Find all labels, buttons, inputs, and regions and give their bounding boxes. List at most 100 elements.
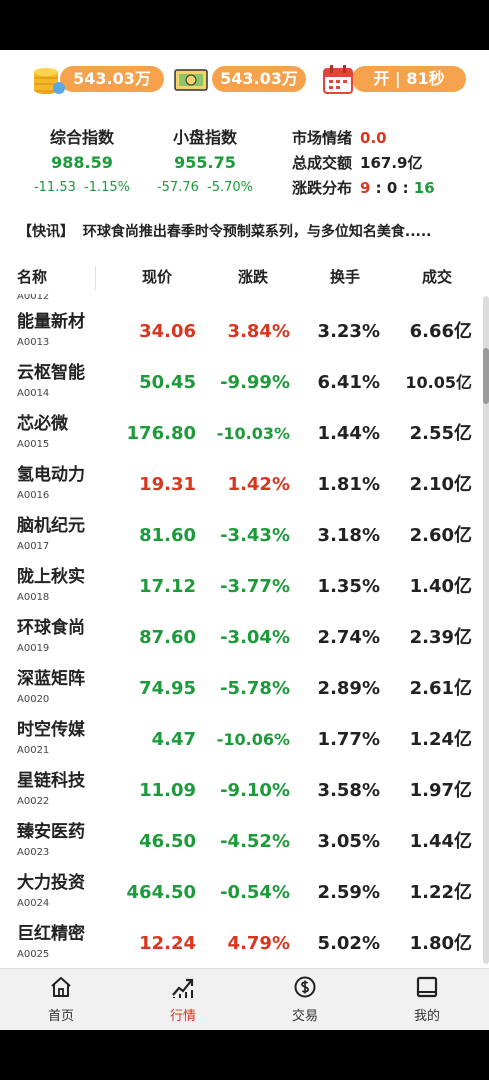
stock-change: 4.79% [227,933,290,954]
coin-stack-icon [34,68,65,94]
news-text: 环球食尚推出春季时令预制菜系列，与多位知名美食..... [82,224,432,240]
stock-change: -10.06% [216,730,290,749]
stock-name: 巨红精密 [17,924,85,944]
stock-code: A0019 [17,643,50,654]
profile-icon [416,976,438,998]
stock-code: A0025 [17,949,50,960]
stock-name: 脑机纪元 [17,516,85,536]
asset-strip: 543.03万 543.03万 开 | 81秒 [0,65,489,96]
stock-turnover: 2.74% [317,627,380,648]
table-row[interactable]: 陇上秋实 A0018 17.12 -3.77% 1.35% 1.40亿 [0,564,489,615]
sentiment-row: 市场情绪 0.0 [292,129,387,147]
market-status: 开 | 81秒 [373,69,445,88]
header-price[interactable]: 现价 [142,262,172,292]
header-name[interactable]: 名称 [17,262,47,292]
index-value: 988.59 [51,153,113,172]
stock-turnover: 3.23% [317,321,380,342]
header-turnover[interactable]: 换手 [330,262,360,292]
home-icon [51,977,71,997]
bottom-nav: 首页 行情 交易 我的 [0,968,489,1030]
stock-volume: 1.22亿 [409,882,472,903]
stock-turnover: 2.89% [317,678,380,699]
stock-list[interactable]: A0012 能量新材 A0013 34.06 3.84% 3.23% 6.66亿云枢智能 A… [0,294,489,968]
stock-change: -3.77% [220,576,290,597]
table-row[interactable]: 环球食尚 A0019 87.60 -3.04% 2.74% 2.39亿 [0,615,489,666]
table-row[interactable]: 云枢智能 A0014 50.45 -9.99% 6.41% 10.05亿 [0,360,489,411]
coins-pill[interactable]: 543.03万 [60,66,164,92]
stock-change: -5.78% [220,678,290,699]
news-ticker[interactable]: 【快讯】 环球食尚推出春季时令预制菜系列，与多位知名美食..... [18,220,478,244]
stock-volume: 1.40亿 [409,576,472,597]
stock-volume: 2.39亿 [409,627,472,648]
stock-price: 4.47 [151,729,196,750]
table-row[interactable]: 氢电动力 A0016 19.31 1.42% 1.81% 2.10亿 [0,462,489,513]
partial-row-code: A0012 [17,294,50,302]
calendar-icon [323,65,353,94]
stock-price: 87.60 [139,627,196,648]
table-row[interactable]: 时空传媒 A0021 4.47 -10.06% 1.77% 1.24亿 [0,717,489,768]
stock-price: 34.06 [139,321,196,342]
stock-name: 星链科技 [17,771,85,791]
market-summary: 市场情绪 0.0 总成交额 167.9亿 涨跌分布 9 : 0 : 16 [292,126,435,201]
table-header: 名称 现价 涨跌 换手 成交 [0,262,489,292]
stock-turnover: 3.05% [317,831,380,852]
nav-label: 交易 [291,1009,318,1024]
table-row[interactable]: 芯必微 A0015 176.80 -10.03% 1.44% 2.55亿 [0,411,489,462]
stock-name: 时空传媒 [17,720,85,740]
stock-turnover: 3.18% [317,525,380,546]
index-name: 小盘指数 [172,128,237,147]
table-row[interactable]: 脑机纪元 A0017 81.60 -3.43% 3.18% 2.60亿 [0,513,489,564]
table-row[interactable]: 星链科技 A0022 11.09 -9.10% 3.58% 1.97亿 [0,768,489,819]
header-volume[interactable]: 成交 [422,262,452,292]
index-composite[interactable]: 综合指数 988.59 -11.53 -1.15% [22,126,142,200]
nav-profile[interactable]: 我的 [366,969,488,1030]
stock-change: -3.43% [220,525,290,546]
coins-value: 543.03万 [73,69,151,88]
table-row[interactable]: 臻安医药 A0023 46.50 -4.52% 3.05% 1.44亿 [0,819,489,870]
table-row[interactable]: 能量新材 A0013 34.06 3.84% 3.23% 6.66亿 [0,309,489,360]
table-row[interactable]: 深蓝矩阵 A0020 74.95 -5.78% 2.89% 2.61亿 [0,666,489,717]
stock-price: 11.09 [139,780,196,801]
stock-name: 大力投资 [17,873,85,893]
scrollbar-thumb[interactable] [483,348,489,404]
index-value: 955.75 [174,153,236,172]
stock-name: 芯必微 [17,414,68,434]
index-change: -57.76 -5.70% [156,180,254,195]
stock-volume: 1.80亿 [409,933,472,954]
stock-turnover: 2.59% [317,882,380,903]
stock-change: -9.99% [220,372,290,393]
stock-volume: 10.05亿 [405,373,472,392]
stock-turnover: 6.41% [317,372,380,393]
exchange-icon [294,976,316,998]
table-row[interactable]: 大力投资 A0024 464.50 -0.54% 2.59% 1.22亿 [0,870,489,921]
stock-turnover: 5.02% [317,933,380,954]
header-change[interactable]: 涨跌 [238,262,268,292]
market-status-pill[interactable]: 开 | 81秒 [352,66,466,92]
stock-price: 81.60 [139,525,196,546]
header-divider [95,266,96,290]
nav-label: 首页 [47,1009,74,1024]
stock-name: 云枢智能 [17,363,85,383]
stock-change: -4.52% [220,831,290,852]
cash-pill[interactable]: 543.03万 [212,66,306,92]
index-smallcap[interactable]: 小盘指数 955.75 -57.76 -5.70% [146,126,264,200]
stock-volume: 2.55亿 [409,423,472,444]
stock-name: 氢电动力 [17,465,85,485]
stock-volume: 2.10亿 [409,474,472,495]
stock-code: A0022 [17,796,50,807]
stock-volume: 1.97亿 [409,780,472,801]
stock-volume: 1.44亿 [409,831,472,852]
nav-market[interactable]: 行情 [122,969,244,1030]
stock-volume: 1.24亿 [409,729,472,750]
stock-price: 19.31 [139,474,196,495]
stock-code: A0024 [17,898,50,909]
index-change: -11.53 -1.15% [33,180,131,195]
nav-home[interactable]: 首页 [0,969,122,1030]
table-row[interactable]: 巨红精密 A0025 12.24 4.79% 5.02% 1.80亿 [0,921,489,968]
trend-icon [172,978,194,998]
nav-trade[interactable]: 交易 [244,969,366,1030]
stock-name: 臻安医药 [17,822,85,842]
stock-name: 深蓝矩阵 [17,669,85,689]
stock-volume: 2.61亿 [409,678,472,699]
stock-code: A0018 [17,592,50,603]
